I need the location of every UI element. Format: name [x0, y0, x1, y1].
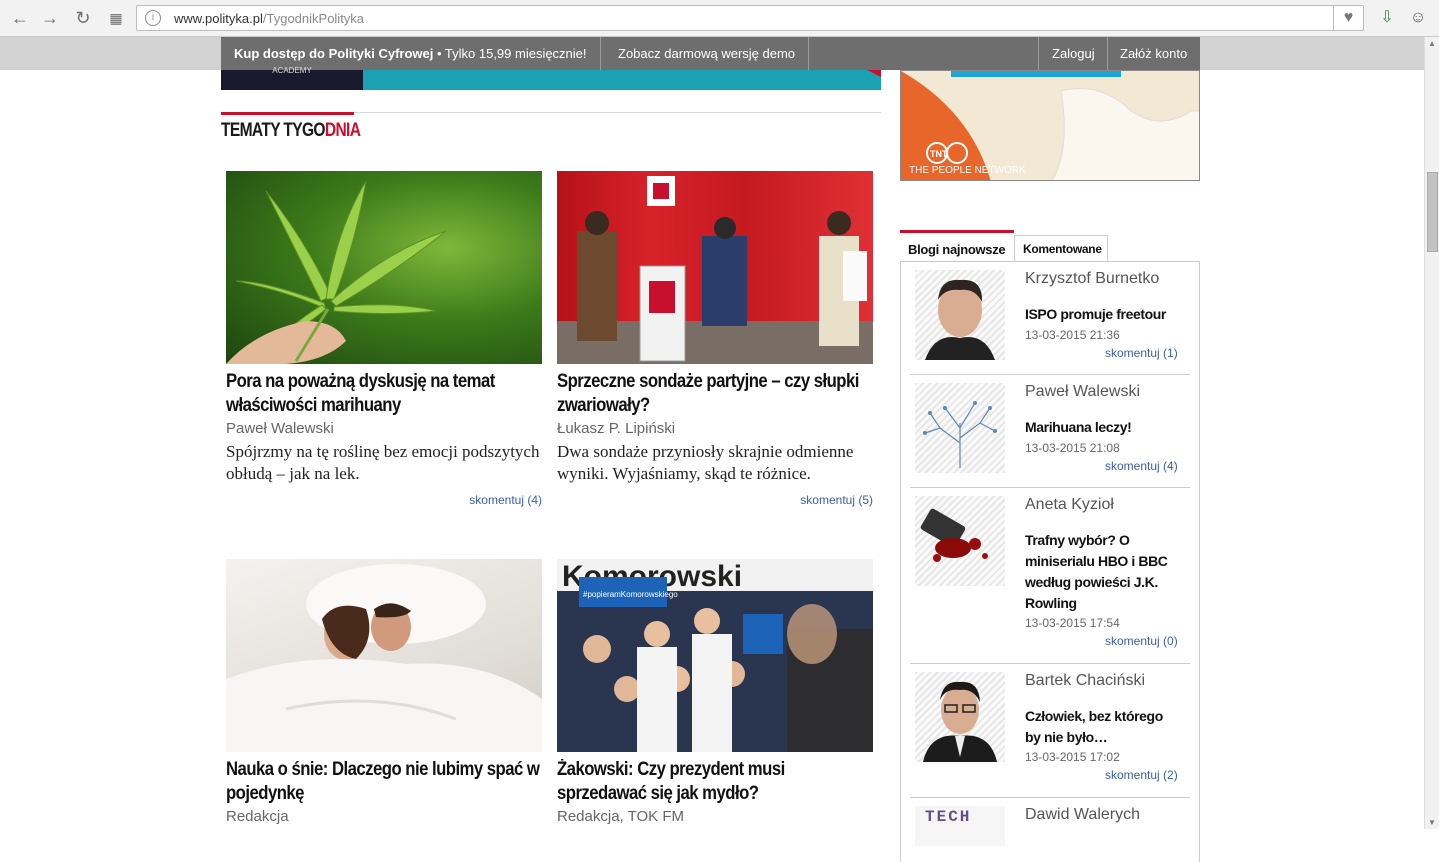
- article-card[interactable]: Nauka o śnie: Dlaczego nie lubimy spać w…: [226, 559, 544, 825]
- blog-author-photo[interactable]: [915, 496, 1005, 586]
- article-card[interactable]: Komorowski #popieramKomorowskiego Żakows…: [557, 559, 875, 825]
- sidebar-ad-tnt[interactable]: TNT THE PEOPLE NETWORK: [900, 70, 1200, 181]
- comments-link[interactable]: skomentuj (5): [557, 493, 873, 507]
- blog-author[interactable]: Paweł Walewski: [1025, 383, 1140, 401]
- cannabis-leaf-illustration: [226, 180, 447, 364]
- blog-author[interactable]: Bartek Chaciński: [1025, 672, 1145, 690]
- subscription-bar: Kup dostęp do Polityki Cyfrowej • Tylko …: [221, 37, 1200, 70]
- blog-date: 13-03-2015 21:36: [1025, 328, 1120, 342]
- blog-date: 13-03-2015 21:08: [1025, 441, 1120, 455]
- tab-commented[interactable]: Komentowane: [1014, 235, 1108, 262]
- blog-author[interactable]: Krzysztof Burnetko: [1025, 270, 1159, 288]
- blog-author-photo[interactable]: [915, 270, 1005, 360]
- ad-corner: [867, 70, 881, 77]
- tech-logo-text: TECH: [925, 808, 972, 826]
- article-title[interactable]: Żakowski: Czy prezydent musi sprzedawać …: [557, 758, 874, 806]
- blog-title[interactable]: Człowiek, bez którego by nie było…: [1025, 706, 1175, 748]
- page-scrollbar[interactable]: ▲ ▼: [1424, 37, 1439, 829]
- blog-author-photo[interactable]: [915, 383, 1005, 473]
- address-bar[interactable]: i www.polityka.pl/TygodnikPolityka ♥: [136, 5, 1364, 31]
- scroll-down-arrow-icon[interactable]: ▼: [1428, 818, 1436, 827]
- ad-academy-text: ACADEMY: [272, 66, 312, 75]
- url-domain: www.polityka.pl: [174, 11, 263, 26]
- circuit-tree-image: [923, 401, 997, 468]
- rally-illustration: Komorowski #popieramKomorowskiego: [557, 559, 873, 752]
- url-path: /TygodnikPolityka: [262, 11, 365, 26]
- tnt-logo-text: TNT: [930, 149, 948, 159]
- subscribe-price: • Tylko 15,99 miesięcznie!: [433, 46, 587, 61]
- blog-title[interactable]: Marihuana leczy!: [1025, 417, 1175, 438]
- article-image-cannabis[interactable]: [226, 171, 542, 364]
- article-card[interactable]: Pora na poważną dyskusję na temat właści…: [226, 171, 544, 507]
- blog-comments-link[interactable]: skomentuj (4): [1105, 459, 1178, 473]
- blog-title[interactable]: Trafny wybór? O miniserialu HBO i BBC we…: [1025, 530, 1175, 614]
- ad-academy-block: ACADEMY: [221, 66, 363, 90]
- blog-title[interactable]: ISPO promuje freetour: [1025, 304, 1175, 325]
- section-title-red: DNIA: [324, 120, 361, 141]
- article-card[interactable]: Sprzeczne sondaże partyjne – czy słupki …: [557, 171, 875, 507]
- back-icon[interactable]: ←: [10, 8, 30, 28]
- blog-entry[interactable]: TECH Dawid Walerych: [910, 798, 1190, 846]
- author-portrait: [923, 681, 997, 762]
- article-image-rally[interactable]: Komorowski #popieramKomorowskiego: [557, 559, 873, 752]
- register-link[interactable]: Załóż konto: [1107, 37, 1200, 70]
- bookmark-heart-icon[interactable]: ♥: [1333, 6, 1363, 30]
- article-author[interactable]: Redakcja, TOK FM: [557, 808, 875, 825]
- blog-author[interactable]: Dawid Walerych: [1025, 806, 1140, 824]
- article-title[interactable]: Pora na poważną dyskusję na temat właści…: [226, 370, 543, 418]
- section-title-black: TEMATY TYGO: [221, 120, 326, 141]
- article-author[interactable]: Paweł Walewski: [226, 420, 544, 437]
- article-image-voting[interactable]: [557, 171, 873, 364]
- top-ad-banner[interactable]: ACADEMY: [221, 66, 881, 90]
- demo-link[interactable]: Zobacz darmową wersję demo: [605, 37, 809, 70]
- section-title: TEMATY TYGODNIA: [221, 120, 361, 142]
- profile-icon[interactable]: ☺: [1408, 8, 1428, 28]
- blog-entry[interactable]: Krzysztof Burnetko ISPO promuje freetour…: [910, 262, 1190, 375]
- phone-blood-image: [920, 508, 988, 562]
- scrollbar-thumb[interactable]: [1427, 172, 1438, 252]
- article-title[interactable]: Sprzeczne sondaże partyjne – czy słupki …: [557, 370, 874, 418]
- article-author[interactable]: Łukasz P. Lipiński: [557, 420, 875, 437]
- blog-entry[interactable]: Bartek Chaciński Człowiek, bez którego b…: [910, 664, 1190, 798]
- blog-date: 13-03-2015 17:02: [1025, 750, 1120, 764]
- blog-comments-link[interactable]: skomentuj (2): [1105, 768, 1178, 782]
- article-lead: Dwa sondaże przyniosły skrajnie odmienne…: [557, 442, 854, 483]
- comments-link[interactable]: skomentuj (4): [226, 493, 542, 507]
- blog-comments-link[interactable]: skomentuj (0): [1105, 634, 1178, 648]
- browser-toolbar: ← → ↻ ▦ i www.polityka.pl/TygodnikPolity…: [0, 0, 1439, 37]
- url-text[interactable]: www.polityka.pl/TygodnikPolityka: [174, 11, 364, 26]
- scroll-up-arrow-icon[interactable]: ▲: [1428, 39, 1436, 48]
- voting-illustration: [557, 176, 873, 364]
- tnt-slogan-text: THE PEOPLE NETWORK: [909, 165, 1026, 176]
- extension-download-icon[interactable]: ⇩: [1377, 8, 1397, 28]
- blog-comments-link[interactable]: skomentuj (1): [1105, 346, 1178, 360]
- article-author[interactable]: Redakcja: [226, 808, 544, 825]
- forward-icon[interactable]: →: [40, 8, 60, 28]
- rally-sign-text: #popieramKomorowskiego: [583, 590, 678, 599]
- blog-entry[interactable]: Aneta Kyzioł Trafny wybór? O miniserialu…: [910, 488, 1190, 664]
- section-accent-bar: [221, 112, 354, 115]
- login-link[interactable]: Zaloguj: [1038, 37, 1108, 70]
- blog-author-photo[interactable]: [915, 672, 1005, 762]
- apps-icon[interactable]: ▦: [106, 8, 126, 28]
- tab-blogs-latest[interactable]: Blogi najnowsze: [900, 230, 1014, 262]
- reload-icon[interactable]: ↻: [73, 8, 93, 28]
- blog-author-photo[interactable]: TECH: [915, 806, 1005, 846]
- blog-date: 13-03-2015 17:54: [1025, 616, 1120, 630]
- tnt-map-illustration: TNT THE PEOPLE NETWORK: [901, 71, 1199, 180]
- site-info-icon[interactable]: i: [145, 10, 161, 26]
- blog-author[interactable]: Aneta Kyzioł: [1025, 496, 1114, 514]
- article-image-sleep[interactable]: [226, 559, 542, 752]
- article-title[interactable]: Nauka o śnie: Dlaczego nie lubimy spać w…: [226, 758, 543, 806]
- author-portrait: [925, 279, 995, 360]
- subscribe-bold: Kup dostęp do Polityki Cyfrowej: [234, 46, 434, 61]
- sleeping-couple-illustration: [226, 564, 542, 752]
- blog-entry[interactable]: Paweł Walewski Marihuana leczy! 13-03-20…: [910, 375, 1190, 488]
- article-lead: Spójrzmy na tę roślinę bez emocji podszy…: [226, 442, 540, 483]
